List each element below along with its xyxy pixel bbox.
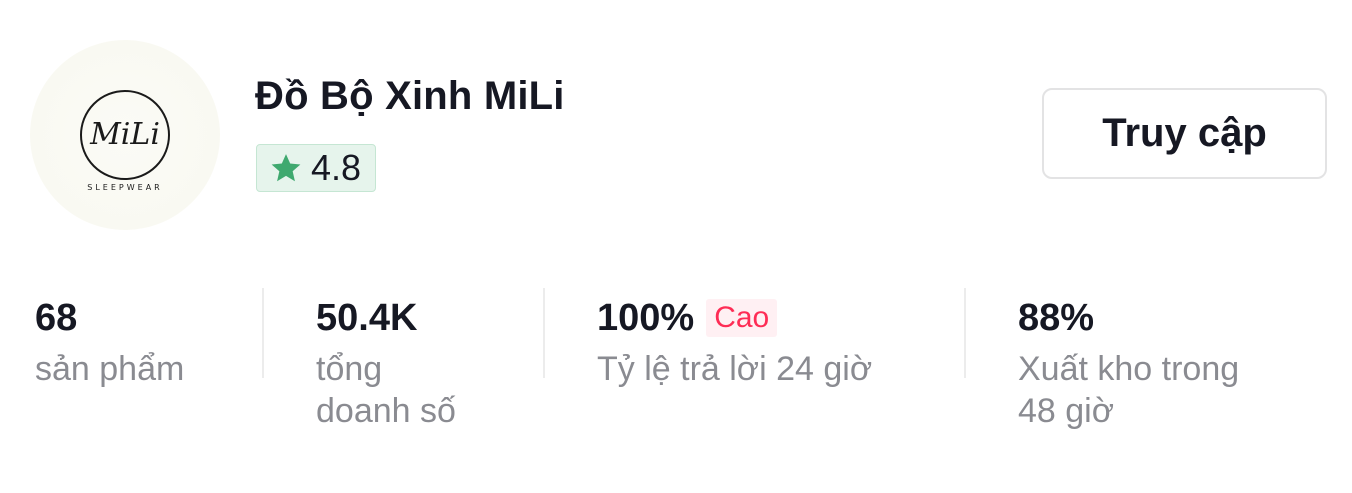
stat-sales-value: 50.4K [316, 296, 456, 340]
mili-logo-mark: MiLi SLEEPWEAR [80, 90, 170, 192]
stat-shipping-label: Xuất kho trong 48 giờ [1018, 348, 1239, 432]
stat-sales-label: tổng doanh số [316, 348, 456, 432]
stat-shipping-label-line2: 48 giờ [1018, 392, 1115, 430]
svg-text:MiLi: MiLi [89, 117, 160, 152]
stat-products-label: sản phẩm [35, 350, 185, 388]
stat-products: 68 sản phẩm [35, 296, 184, 390]
stat-response-rate: 100% Cao Tỷ lệ trả lời 24 giờ [597, 296, 872, 390]
star-icon [271, 154, 301, 182]
shop-logo[interactable]: MiLi SLEEPWEAR [30, 40, 220, 230]
stat-response-rate-value: 100% Cao [597, 296, 872, 340]
stat-response-rate-label: Tỷ lệ trả lời 24 giờ [597, 350, 873, 388]
stat-sales: 50.4K tổng doanh số [316, 296, 456, 432]
stat-divider [964, 288, 966, 378]
stat-sales-label-line2: doanh số [316, 392, 456, 430]
stat-divider [543, 288, 545, 378]
high-tag: Cao [706, 299, 778, 337]
svg-text:SLEEPWEAR: SLEEPWEAR [87, 183, 162, 192]
products-count: 68 [35, 297, 78, 339]
shipping-rate: 88% [1018, 297, 1095, 339]
shop-name[interactable]: Đồ Bộ Xinh MiLi [255, 74, 565, 119]
rating-value: 4.8 [311, 147, 362, 188]
stat-shipping-value: 88% [1018, 296, 1239, 340]
visit-shop-button[interactable]: Truy cập [1042, 88, 1327, 179]
shop-header-card: MiLi SLEEPWEAR Đồ Bộ Xinh MiLi 4.8 Truy … [0, 0, 1352, 493]
sales-count: 50.4K [316, 297, 418, 339]
stat-sales-label-line1: tổng [316, 350, 383, 388]
stat-divider [262, 288, 264, 378]
rating-badge: 4.8 [256, 144, 377, 192]
stat-shipping-label-line1: Xuất kho trong [1018, 350, 1240, 388]
response-rate: 100% [597, 297, 695, 339]
stat-products-value: 68 [35, 296, 184, 340]
stat-shipping: 88% Xuất kho trong 48 giờ [1018, 296, 1239, 432]
